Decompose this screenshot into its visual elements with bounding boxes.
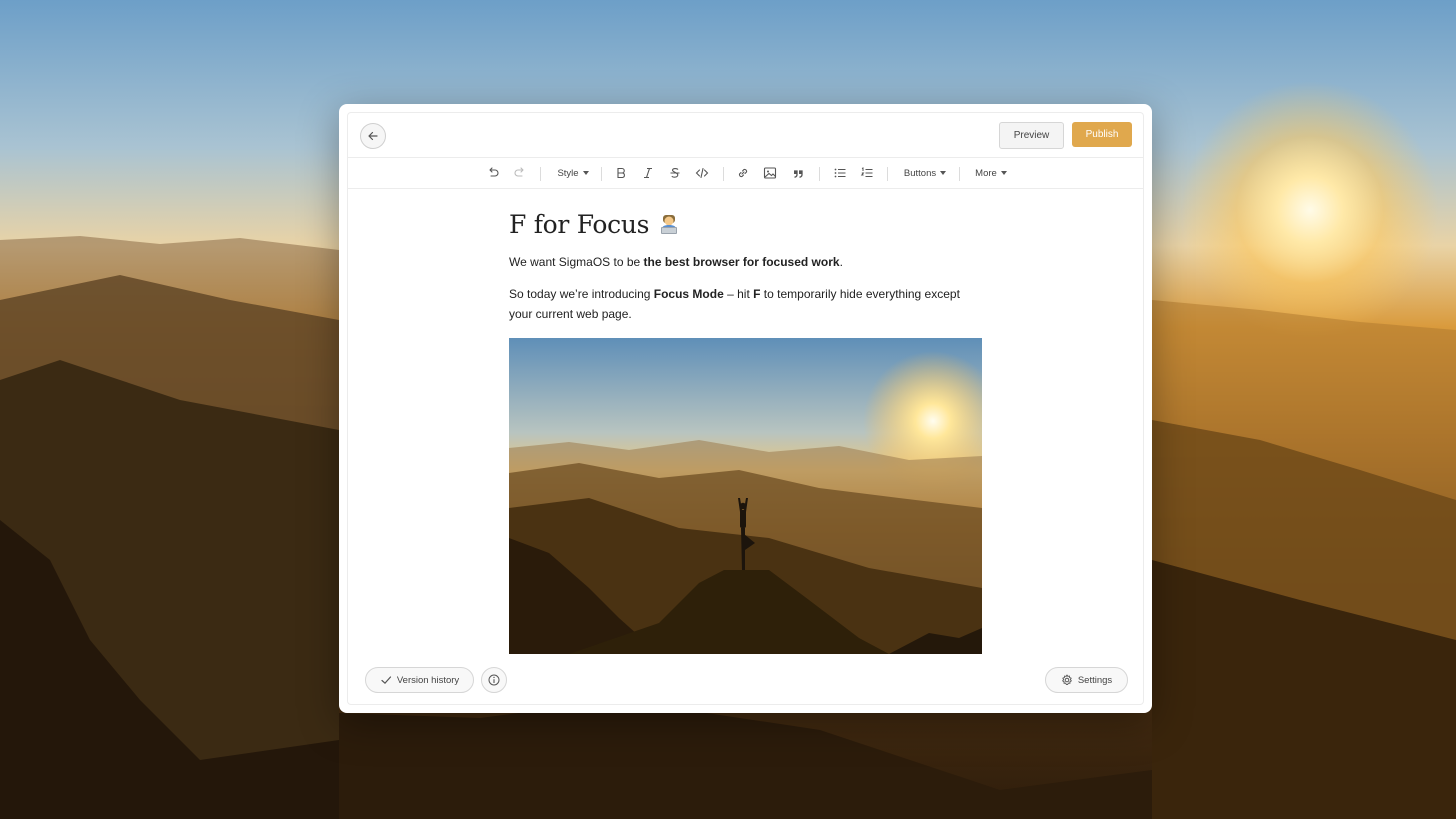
publish-button[interactable]: Publish: [1072, 122, 1132, 147]
toolbar-divider: [723, 167, 724, 181]
quote-button[interactable]: [789, 164, 807, 182]
toolbar-divider: [887, 167, 888, 181]
bold-button[interactable]: [612, 164, 630, 182]
buttons-dropdown[interactable]: Buttons: [900, 164, 950, 182]
paragraph-1[interactable]: We want SigmaOS to be the best browser f…: [509, 253, 984, 273]
strikethrough-button[interactable]: [666, 164, 684, 182]
code-button[interactable]: [693, 164, 711, 182]
preview-button[interactable]: Preview: [999, 122, 1064, 149]
p1-end: .: [839, 255, 843, 269]
style-label: Style: [557, 167, 579, 179]
p2-mid: – hit: [723, 287, 754, 301]
info-icon: [488, 674, 500, 686]
title-text: F for Focus: [509, 210, 650, 239]
italic-icon: [644, 167, 652, 179]
chevron-down-icon: [1000, 171, 1007, 175]
post-image[interactable]: [509, 338, 982, 654]
more-dropdown[interactable]: More: [971, 164, 1011, 182]
undo-icon: [489, 167, 499, 177]
p1-text: We want SigmaOS to be: [509, 255, 644, 269]
numbered-list-button[interactable]: [858, 164, 876, 182]
info-button[interactable]: [481, 667, 507, 693]
link-icon: [738, 168, 748, 178]
p2-bold-focus-mode: Focus Mode: [653, 287, 724, 301]
p2-text: So today we’re introducing: [509, 287, 654, 301]
italic-button[interactable]: [639, 164, 657, 182]
editor-panel: Preview Publish Style Buttons More F for…: [347, 112, 1144, 705]
top-bar: Preview Publish: [348, 113, 1143, 158]
arrow-left-icon: [368, 131, 378, 141]
checkmark-icon: [381, 676, 391, 685]
gear-icon: [1061, 674, 1072, 686]
formatting-toolbar: Style Buttons More: [348, 158, 1143, 189]
quote-icon: [794, 170, 803, 178]
style-dropdown[interactable]: Style: [553, 164, 593, 182]
numbered-list-icon: [860, 167, 873, 177]
code-icon: [695, 167, 709, 179]
editor-window: Preview Publish Style Buttons More F for…: [339, 104, 1152, 713]
more-label: More: [975, 167, 997, 179]
image-button[interactable]: [761, 164, 779, 182]
sunset-yoga-photo: [509, 338, 982, 654]
toolbar-divider: [540, 167, 541, 181]
chevron-down-icon: [940, 171, 947, 175]
bold-icon: [617, 167, 625, 179]
document-body[interactable]: F for Focus We want SigmaOS to be the be…: [509, 209, 984, 321]
version-history-label: Version history: [396, 674, 460, 686]
settings-button[interactable]: Settings: [1045, 667, 1128, 693]
image-icon: [763, 167, 777, 179]
toolbar-divider: [601, 167, 602, 181]
bullet-list-icon: [834, 168, 846, 178]
toolbar-divider: [959, 167, 960, 181]
redo-icon: [514, 167, 524, 177]
back-button[interactable]: [360, 123, 386, 149]
toolbar-divider: [819, 167, 820, 181]
settings-label: Settings: [1077, 674, 1113, 686]
bullet-list-button[interactable]: [831, 164, 849, 182]
link-button[interactable]: [734, 164, 752, 182]
version-history-button[interactable]: Version history: [365, 667, 474, 693]
undo-button[interactable]: [484, 164, 502, 182]
chevron-down-icon: [582, 171, 589, 175]
p1-bold-text: the best browser for focused work: [643, 255, 840, 269]
paragraph-2[interactable]: So today we’re introducing Focus Mode – …: [509, 285, 984, 324]
technologist-emoji-icon: [657, 212, 681, 244]
strikethrough-icon: [670, 168, 680, 178]
buttons-label: Buttons: [903, 167, 937, 179]
redo-button[interactable]: [511, 164, 529, 182]
post-title[interactable]: F for Focus: [509, 209, 984, 244]
